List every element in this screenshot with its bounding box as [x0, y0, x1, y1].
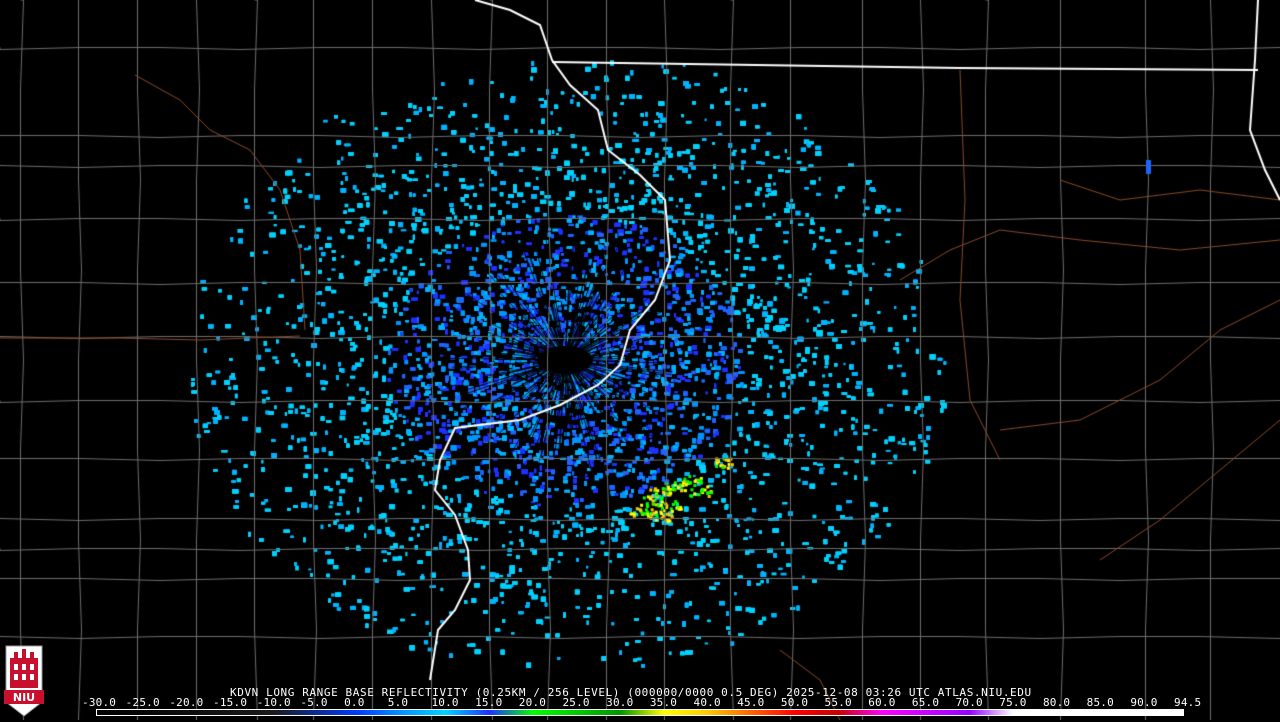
scale-tick-label: 40.0: [693, 696, 721, 709]
map-overlay: KDVN LONG RANGE BASE REFLECTIVITY (0.25K…: [0, 0, 1280, 720]
scale-tick-label: 70.0: [955, 696, 983, 709]
scale-tick-label: 35.0: [649, 696, 678, 709]
scale-tick-label: 75.0: [999, 696, 1027, 709]
scale-tick-label: 94.5: [1174, 696, 1202, 709]
niu-logo-icon: NIU: [4, 645, 44, 717]
scale-tick-label: 65.0: [911, 696, 940, 709]
dbz-color-bar: [96, 709, 1184, 716]
scale-tick-label: -5.0: [300, 696, 328, 709]
scale-tick-label: 60.0: [868, 696, 896, 709]
niu-logo: NIU: [2, 644, 46, 718]
scale-tick-label: 90.0: [1130, 696, 1158, 709]
scale-tick-label: 5.0: [387, 696, 409, 709]
scale-tick-label: 30.0: [606, 696, 634, 709]
scale-tick-label: 0.0: [344, 696, 365, 709]
logo-text: NIU: [13, 691, 35, 704]
scale-tick-label: -10.0: [256, 696, 291, 709]
dbz-scale-labels: -30.0 -25.0 -20.0 -15.0 -10.0 -5.0 0.0 5.0 10.0 1…: [82, 696, 1201, 709]
scale-tick-label: 15.0: [475, 696, 503, 709]
scale-tick-label: 80.0: [1042, 696, 1071, 709]
scale-tick-label: 55.0: [824, 696, 852, 709]
scale-tick-label: -30.0: [82, 696, 117, 709]
scale-tick-label: -15.0: [213, 696, 248, 709]
scale-tick-label: 10.0: [431, 696, 459, 709]
scale-tick-label: -25.0: [125, 696, 160, 709]
scale-tick-label: 25.0: [562, 696, 590, 709]
scale-tick-label: 20.0: [518, 696, 547, 709]
scale-tick-label: -20.0: [169, 696, 204, 709]
scale-tick-label: 50.0: [780, 696, 809, 709]
scale-tick-label: 45.0: [737, 696, 765, 709]
scale-tick-label: 85.0: [1086, 696, 1114, 709]
